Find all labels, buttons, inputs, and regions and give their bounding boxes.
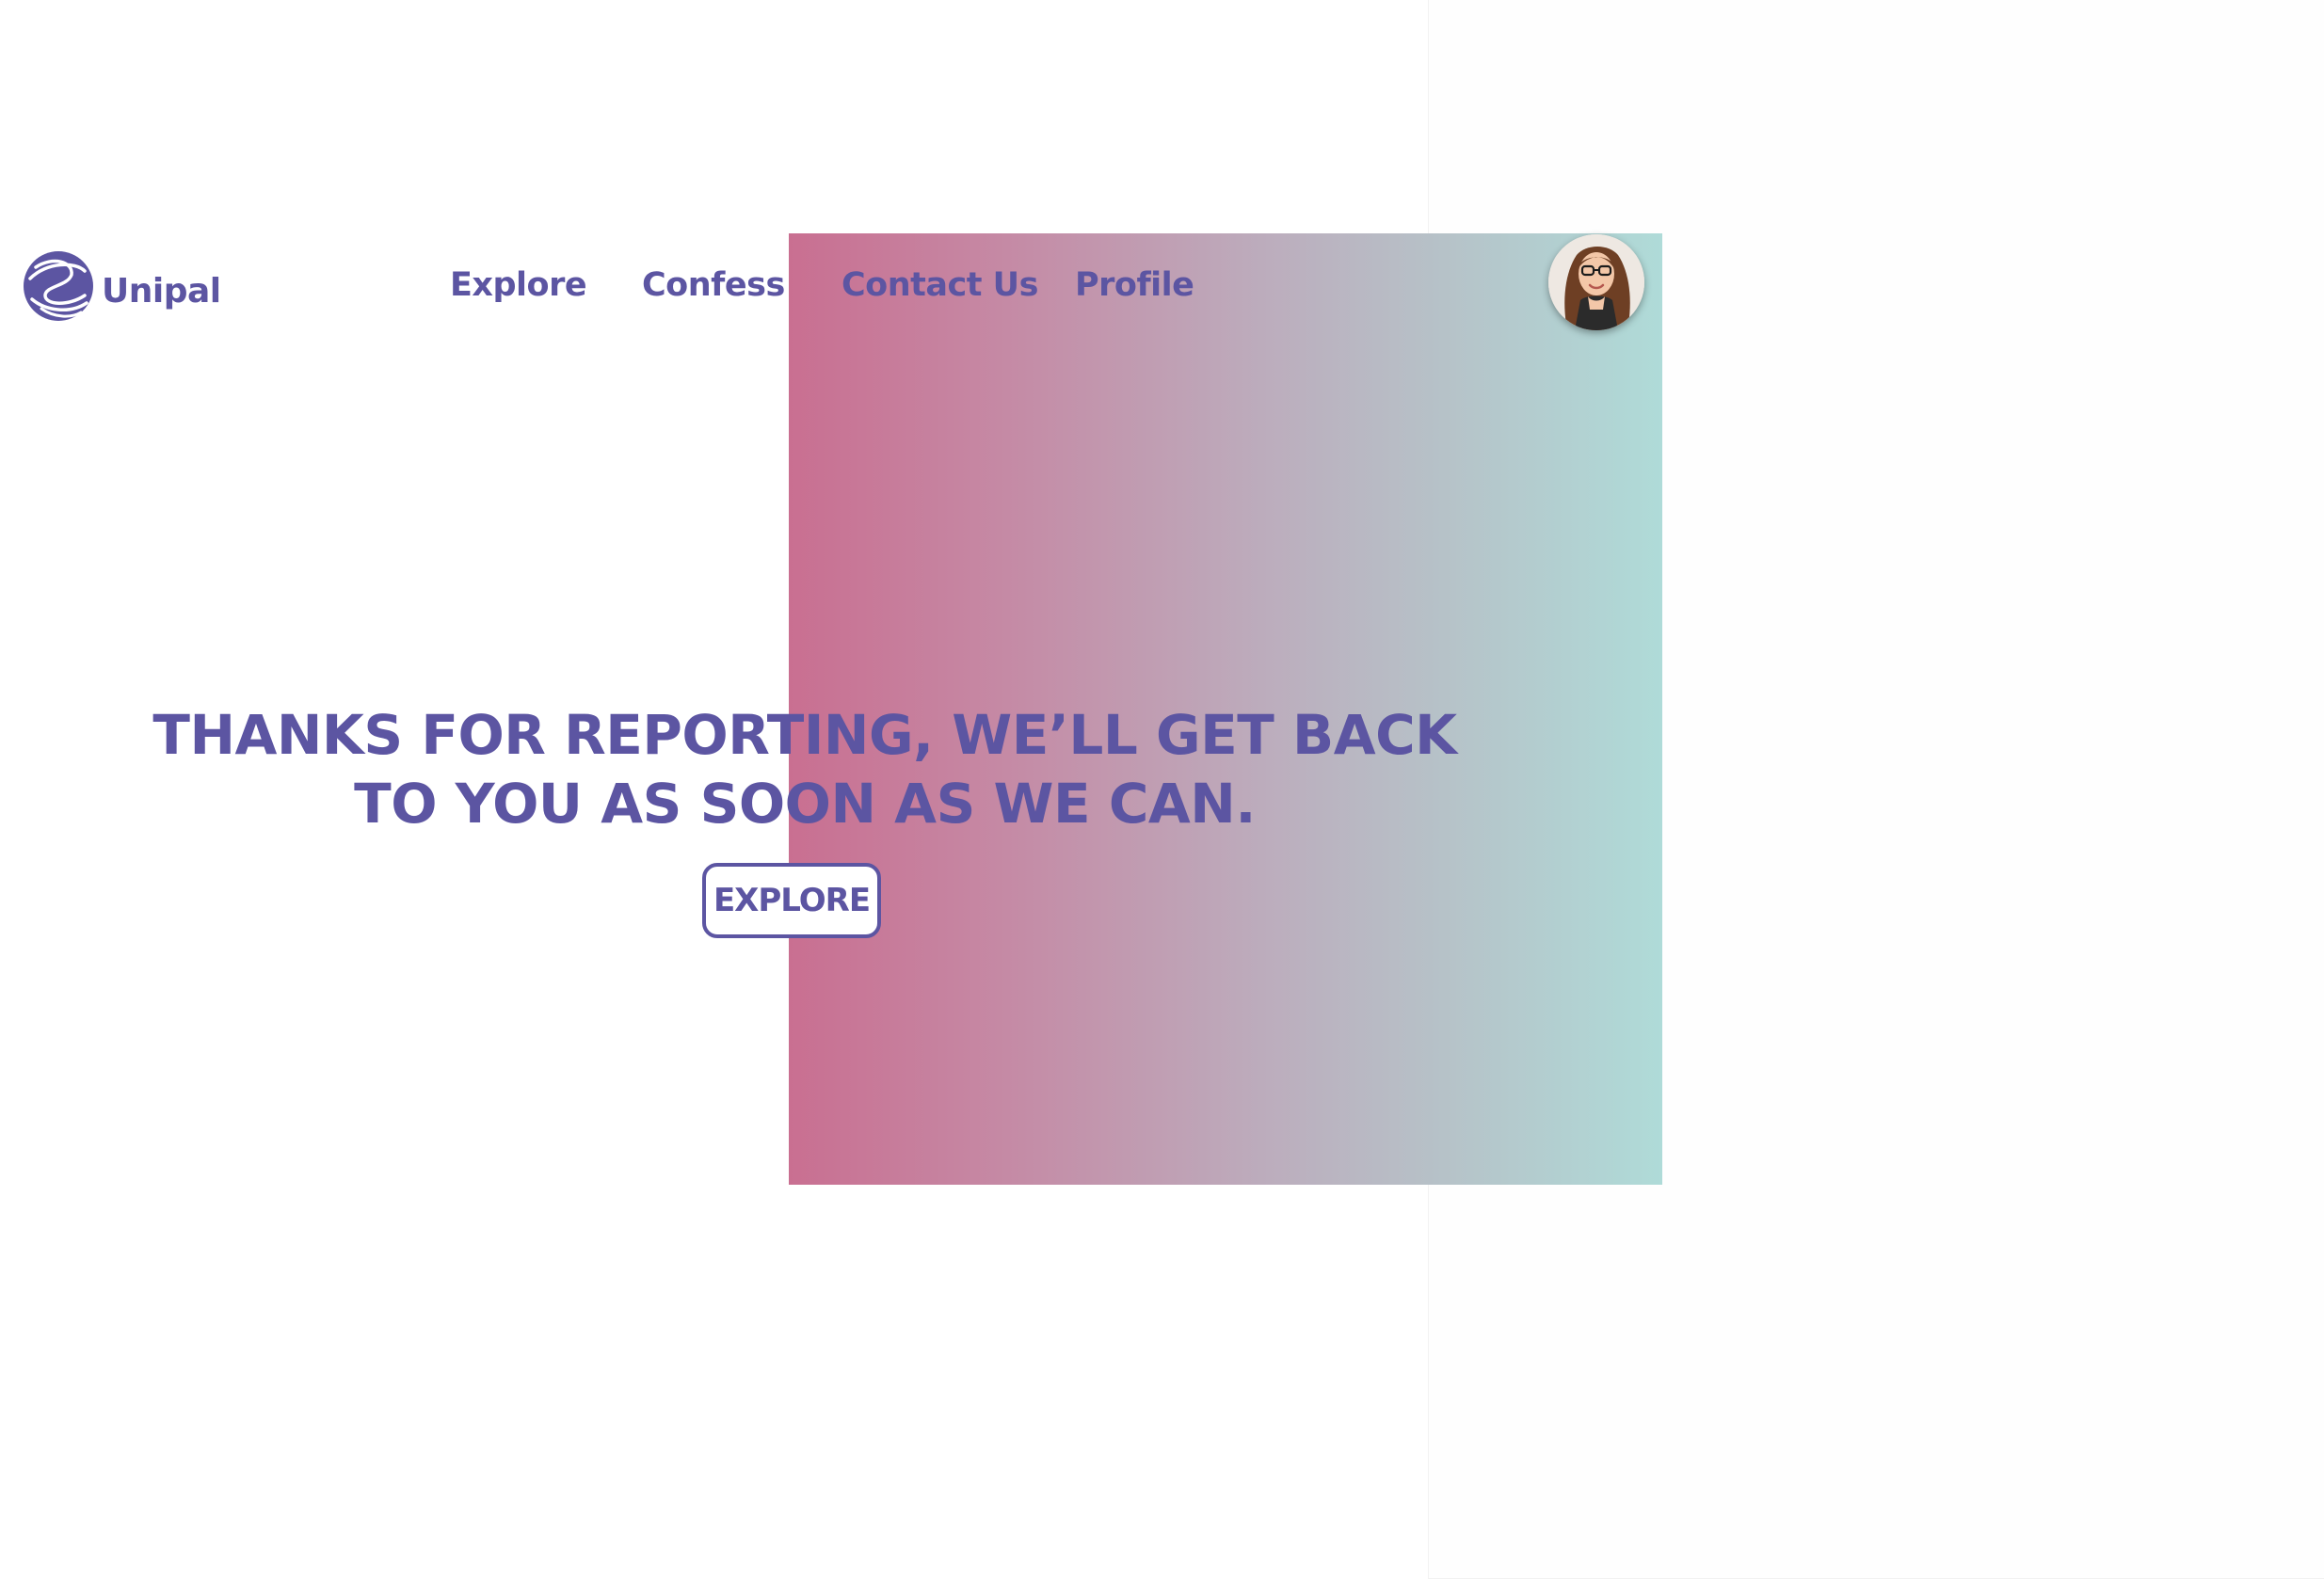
nav-confess[interactable]: Confess — [642, 266, 785, 304]
confirmation-headline: THANKS FOR REPORTING, WE’LL GET BACK TO … — [141, 701, 1468, 838]
user-avatar-photo — [1548, 234, 1644, 330]
page: Unipal Explore Confess Contact Us Profil… — [0, 0, 2324, 1579]
user-avatar[interactable] — [1548, 234, 1644, 330]
nav-contact-us[interactable]: Contact Us — [841, 266, 1038, 304]
explore-button[interactable]: EXPLORE — [702, 863, 881, 938]
brand-name: Unipal — [102, 271, 221, 311]
globe-swirl-icon — [24, 251, 93, 321]
nav-profile[interactable]: Profile — [1075, 266, 1194, 304]
brand-logo-link[interactable]: Unipal — [21, 248, 221, 324]
nav-explore[interactable]: Explore — [450, 266, 587, 304]
headline-line-2: TO YOU AS SOON AS WE CAN. — [354, 772, 1256, 836]
headline-line-1: THANKS FOR REPORTING, WE’LL GET BACK — [152, 703, 1457, 767]
